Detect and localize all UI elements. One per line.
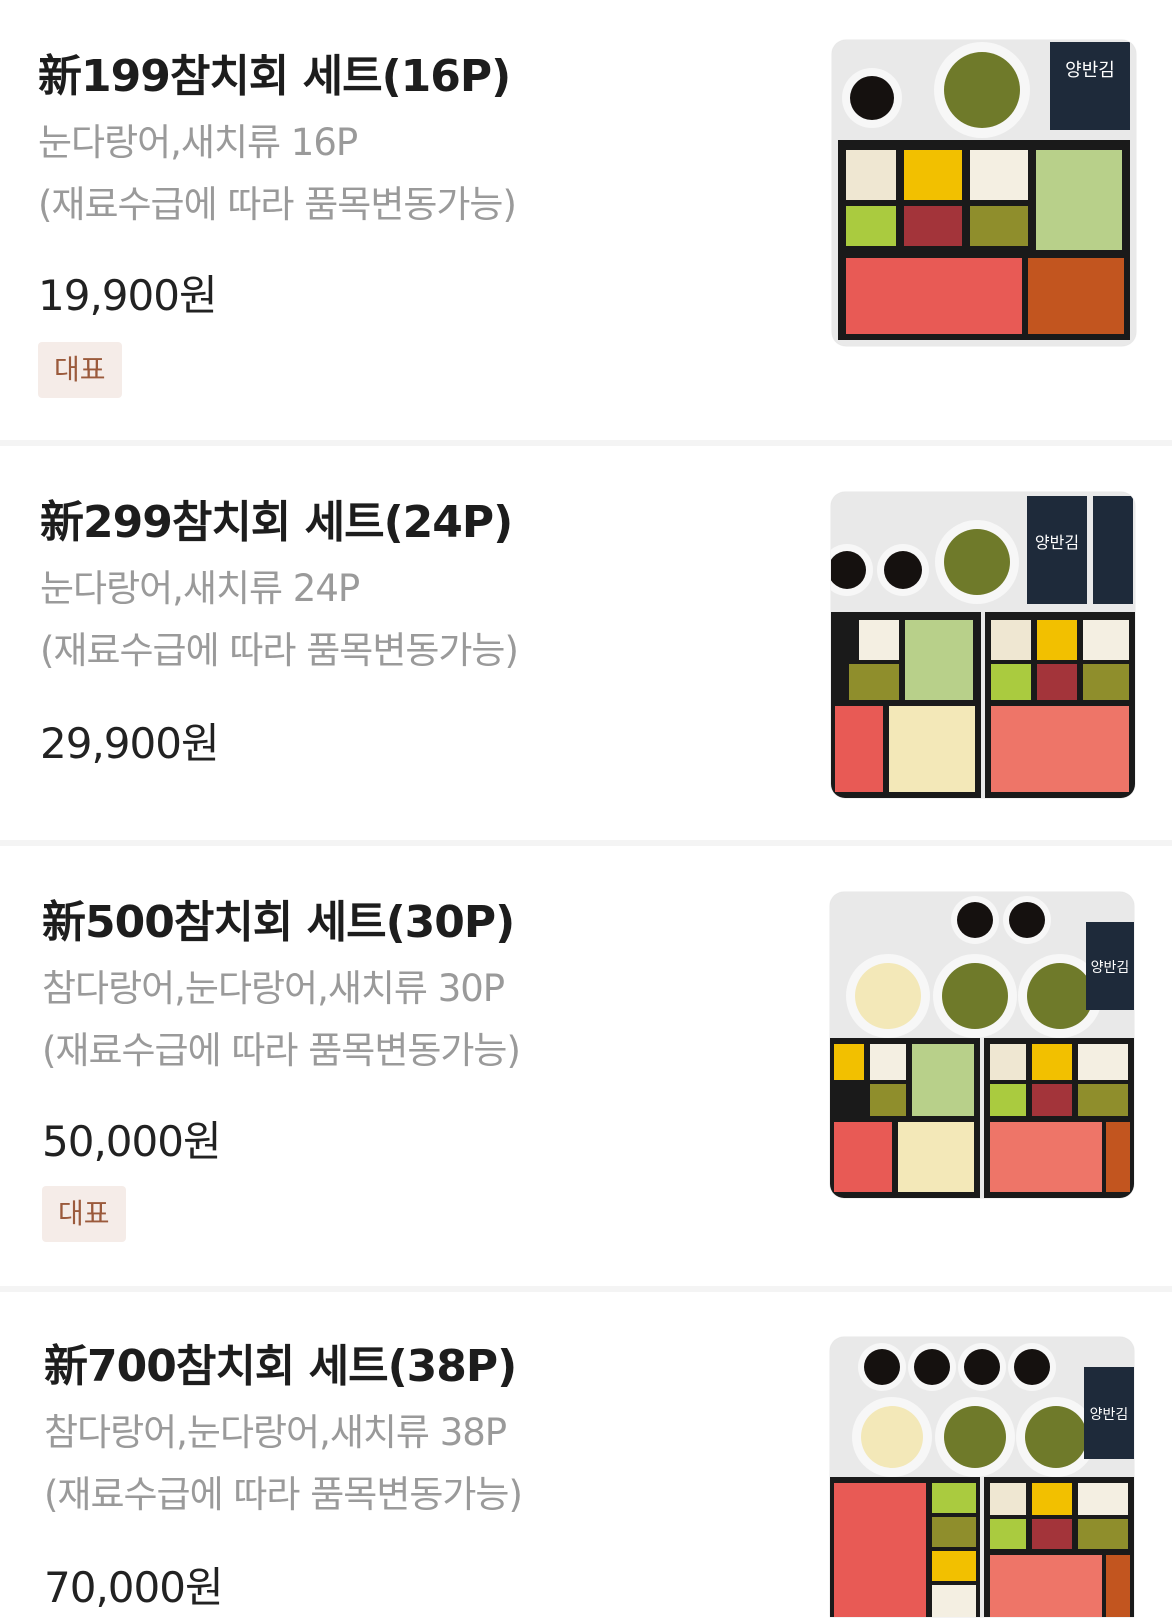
- menu-item-description-note: (재료수급에 따라 품목변동가능): [44, 1473, 523, 1516]
- menu-item-name: 新700참치회 세트(38P): [44, 1341, 517, 1392]
- kim-label: 양반김: [1035, 533, 1079, 552]
- menu-item-name: 新299참치회 세트(24P): [40, 497, 513, 548]
- menu-item-photo[interactable]: 양반김: [830, 892, 1134, 1198]
- representative-badge: 대표: [38, 342, 122, 398]
- menu-item-photo[interactable]: 양반김: [830, 1337, 1134, 1617]
- menu-item-price: 50,000원: [42, 1117, 222, 1166]
- tuna-set-image: 양반김: [830, 1337, 1134, 1617]
- menu-item-description: 눈다랑어,새치류 16P (재료수급에 따라 품목변동가능): [38, 112, 517, 236]
- menu-item-photo[interactable]: 양반김: [831, 492, 1135, 798]
- menu-item-description: 눈다랑어,새치류 24P (재료수급에 따라 품목변동가능): [40, 558, 519, 682]
- menu-item-name: 新199참치회 세트(16P): [38, 51, 511, 102]
- menu-item-description: 참다랑어,눈다랑어,새치류 38P (재료수급에 따라 품목변동가능): [44, 1402, 523, 1526]
- tuna-set-image: 양반김: [832, 40, 1136, 346]
- menu-item-description-note: (재료수급에 따라 품목변동가능): [42, 1029, 521, 1072]
- menu-item-description: 참다랑어,눈다랑어,새치류 30P (재료수급에 따라 품목변동가능): [42, 958, 521, 1082]
- tuna-set-image: 양반김: [830, 892, 1134, 1198]
- menu-item[interactable]: 新500참치회 세트(30P) 참다랑어,눈다랑어,새치류 30P (재료수급에…: [0, 846, 1172, 1286]
- menu-item-price: 70,000원: [44, 1563, 224, 1612]
- menu-item-description-line: 참다랑어,눈다랑어,새치류 38P: [44, 1411, 507, 1454]
- menu-item[interactable]: 新199참치회 세트(16P) 눈다랑어,새치류 16P (재료수급에 따라 품…: [0, 0, 1172, 440]
- representative-badge: 대표: [42, 1186, 126, 1242]
- kim-label: 양반김: [1091, 960, 1130, 976]
- menu-item-description-note: (재료수급에 따라 품목변동가능): [38, 183, 517, 226]
- menu-item[interactable]: 新299참치회 세트(24P) 눈다랑어,새치류 24P (재료수급에 따라 품…: [0, 446, 1172, 840]
- tuna-set-image: 양반김: [831, 492, 1135, 798]
- kim-label: 양반김: [1090, 1407, 1129, 1423]
- menu-item-price: 29,900원: [40, 719, 220, 768]
- menu-item-description-line: 눈다랑어,새치류 16P: [38, 121, 358, 164]
- menu-item-description-note: (재료수급에 따라 품목변동가능): [40, 629, 519, 672]
- menu-item[interactable]: 新700참치회 세트(38P) 참다랑어,눈다랑어,새치류 38P (재료수급에…: [0, 1292, 1172, 1624]
- menu-item-price: 19,900원: [38, 271, 218, 320]
- menu-list: 新199참치회 세트(16P) 눈다랑어,새치류 16P (재료수급에 따라 품…: [0, 0, 1172, 1624]
- menu-item-name: 新500참치회 세트(30P): [42, 897, 515, 948]
- menu-item-photo[interactable]: 양반김: [832, 40, 1136, 346]
- menu-item-description-line: 참다랑어,눈다랑어,새치류 30P: [42, 967, 505, 1010]
- menu-item-description-line: 눈다랑어,새치류 24P: [40, 567, 360, 610]
- kim-label: 양반김: [1065, 60, 1115, 81]
